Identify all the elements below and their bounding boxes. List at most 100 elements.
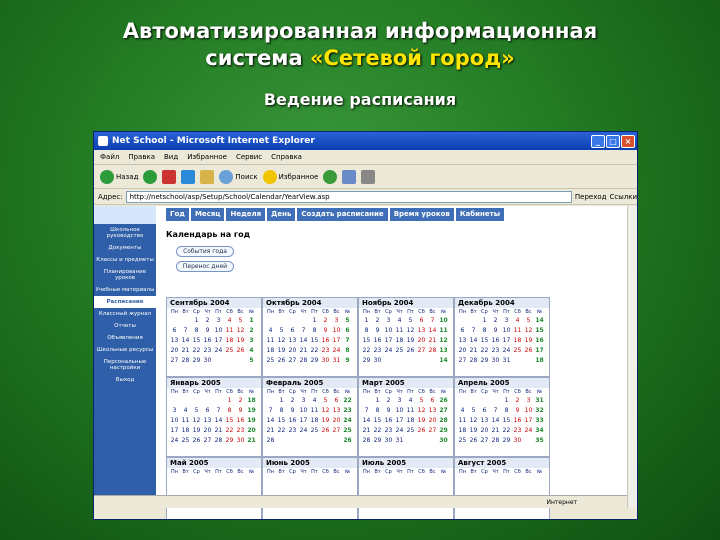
day-cell[interactable]: 9 [490,326,501,336]
day-cell[interactable]: 18 [224,336,235,346]
day-cell[interactable]: 6 [427,396,438,406]
day-cell[interactable]: 30 [512,436,523,446]
day-cell[interactable] [331,436,342,446]
day-cell[interactable]: 10 [394,406,405,416]
day-cell[interactable] [213,356,224,366]
day-cell[interactable]: 7 [298,326,309,336]
address-input[interactable]: http://netschool/asp/Setup/School/Calend… [125,190,572,203]
favorites-button[interactable]: Избранное [262,169,318,184]
day-cell[interactable]: 19 [416,416,427,426]
day-cell[interactable]: 22 [361,346,372,356]
tab[interactable]: Создать расписание [297,208,388,221]
day-cell[interactable]: 23 [320,346,331,356]
day-cell[interactable]: 7 [361,406,372,416]
day-cell[interactable]: 7 [490,406,501,416]
day-cell[interactable]: 22 [372,426,383,436]
day-cell[interactable] [523,356,534,366]
day-cell[interactable]: 24 [169,436,180,446]
day-cell[interactable]: 8 [361,326,372,336]
day-cell[interactable]: 2 [372,316,383,326]
day-cell[interactable] [468,396,479,406]
day-cell[interactable]: 31 [501,356,512,366]
day-cell[interactable]: 8 [372,406,383,416]
day-cell[interactable]: 30 [490,356,501,366]
day-cell[interactable]: 4 [457,406,468,416]
day-cell[interactable]: 7 [213,406,224,416]
day-cell[interactable]: 26 [235,346,246,356]
day-cell[interactable]: 3 [213,316,224,326]
day-cell[interactable]: 30 [202,356,213,366]
day-cell[interactable]: 27 [416,346,427,356]
day-cell[interactable]: 22 [309,346,320,356]
day-cell[interactable]: 29 [224,436,235,446]
day-cell[interactable]: 16 [372,336,383,346]
day-cell[interactable] [457,316,468,326]
day-cell[interactable] [265,316,276,326]
day-cell[interactable] [490,396,501,406]
transfer-days-button[interactable]: Перенос дней [176,261,234,272]
day-cell[interactable]: 15 [224,416,235,426]
day-cell[interactable]: 29 [191,356,202,366]
day-cell[interactable] [224,356,235,366]
nav-item[interactable]: Классный журнал [94,308,156,320]
day-cell[interactable]: 19 [468,426,479,436]
day-cell[interactable]: 9 [320,326,331,336]
day-cell[interactable]: 13 [427,406,438,416]
day-cell[interactable]: 14 [468,336,479,346]
refresh-icon[interactable] [181,169,196,184]
day-cell[interactable]: 16 [512,416,523,426]
day-cell[interactable]: 14 [427,326,438,336]
day-cell[interactable]: 17 [523,416,534,426]
day-cell[interactable]: 23 [235,426,246,436]
day-cell[interactable] [309,436,320,446]
day-cell[interactable]: 3 [523,396,534,406]
day-cell[interactable]: 6 [202,406,213,416]
day-cell[interactable]: 21 [213,426,224,436]
day-cell[interactable]: 20 [427,416,438,426]
day-cell[interactable]: 15 [479,336,490,346]
menu-item[interactable]: Избранное [187,153,227,161]
day-cell[interactable]: 16 [490,336,501,346]
day-cell[interactable]: 28 [361,436,372,446]
day-cell[interactable]: 11 [405,406,416,416]
day-cell[interactable]: 18 [309,416,320,426]
day-cell[interactable] [180,396,191,406]
day-cell[interactable]: 7 [427,316,438,326]
maximize-icon[interactable]: □ [606,134,620,148]
day-cell[interactable]: 22 [276,426,287,436]
day-cell[interactable]: 1 [224,396,235,406]
nav-item[interactable]: Объявления [94,332,156,344]
day-cell[interactable]: 2 [235,396,246,406]
day-cell[interactable]: 23 [383,426,394,436]
day-cell[interactable]: 1 [361,316,372,326]
nav-item[interactable]: Персональные настройки [94,356,156,374]
day-cell[interactable]: 18 [265,346,276,356]
day-cell[interactable]: 14 [490,416,501,426]
day-cell[interactable]: 19 [235,336,246,346]
day-cell[interactable]: 1 [479,316,490,326]
day-cell[interactable]: 23 [490,346,501,356]
day-cell[interactable]: 13 [331,406,342,416]
day-cell[interactable]: 24 [394,426,405,436]
day-cell[interactable]: 14 [298,336,309,346]
day-cell[interactable] [180,316,191,326]
day-cell[interactable]: 7 [468,326,479,336]
day-cell[interactable]: 29 [479,356,490,366]
day-cell[interactable]: 17 [298,416,309,426]
day-cell[interactable]: 18 [405,416,416,426]
day-cell[interactable]: 24 [501,346,512,356]
day-cell[interactable]: 9 [287,406,298,416]
day-cell[interactable]: 10 [298,406,309,416]
day-cell[interactable]: 1 [191,316,202,326]
day-cell[interactable]: 16 [287,416,298,426]
day-cell[interactable]: 9 [235,406,246,416]
day-cell[interactable]: 19 [405,336,416,346]
day-cell[interactable]: 9 [202,326,213,336]
menu-item[interactable]: Правка [128,153,155,161]
day-cell[interactable]: 6 [169,326,180,336]
day-cell[interactable]: 31 [331,356,342,366]
day-cell[interactable] [405,356,416,366]
day-cell[interactable]: 28 [468,356,479,366]
day-cell[interactable]: 21 [361,426,372,436]
day-cell[interactable]: 5 [276,326,287,336]
